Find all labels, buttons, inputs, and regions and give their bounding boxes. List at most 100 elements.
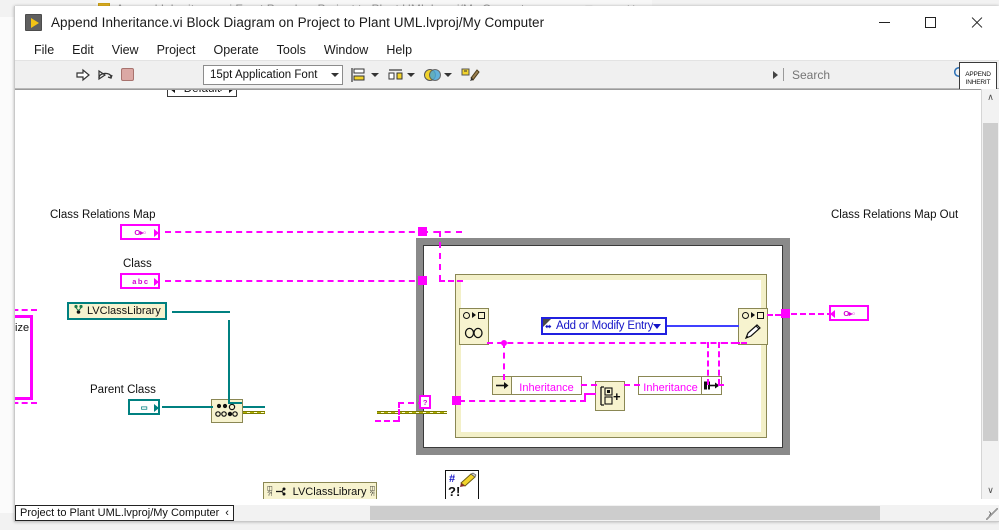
wire-buildarray-in — [584, 393, 596, 395]
run-arrow-icon[interactable] — [72, 64, 94, 86]
status-context-bar[interactable]: Project to Plant UML.lvproj/My Computer … — [15, 505, 234, 521]
vertical-scrollbar-thumb[interactable] — [983, 123, 998, 441]
search-input[interactable] — [790, 66, 949, 83]
reorder-button[interactable] — [423, 67, 452, 83]
scroll-down-button[interactable]: ∨ — [982, 482, 999, 499]
label-class-relations-map: Class Relations Map — [50, 209, 156, 221]
wire-classlib-into-node — [228, 402, 242, 404]
status-collapse-caret-icon[interactable]: ‹ — [225, 507, 229, 519]
menubar[interactable]: File Edit View Project Operate Tools Win… — [15, 39, 999, 61]
pencil-write-icon — [739, 321, 767, 343]
horizontal-scrollbar-thumb[interactable] — [370, 506, 880, 520]
wire-bundle-out — [718, 384, 724, 386]
chevron-down-icon — [371, 72, 379, 77]
case-next-arrow-icon[interactable] — [229, 90, 234, 93]
label-parent-class: Parent Class — [90, 384, 156, 396]
abort-stop-icon[interactable] — [116, 64, 138, 86]
enum-constant-add-or-modify-entry[interactable]: ⬌ Add or Modify Entry — [541, 317, 667, 335]
case-selector[interactable]: Default — [167, 90, 237, 97]
terminal-class-relations-map-out[interactable]: O▸▫ — [829, 305, 869, 321]
menu-item-window[interactable]: Window — [315, 41, 377, 59]
terminal-simplename-tunnel[interactable]: ? — [419, 395, 431, 409]
case-selector-value: Default — [184, 90, 220, 95]
terminal-class-relations-map[interactable]: O▸▫ — [120, 224, 160, 240]
wire-into-read-node — [439, 280, 463, 282]
maximize-button[interactable] — [907, 6, 953, 38]
chevron-down-icon[interactable] — [217, 90, 225, 91]
case-prev-arrow-icon[interactable] — [170, 90, 175, 93]
wire-unbundle-to-build-array — [581, 384, 597, 386]
menu-item-help[interactable]: Help — [377, 41, 421, 59]
window-title: Append Inheritance.vi Block Diagram on P… — [51, 14, 545, 30]
terminal-class[interactable]: a b c — [120, 273, 160, 289]
block-diagram-window[interactable]: Append Inheritance.vi Block Diagram on P… — [14, 6, 999, 522]
property-node-ref-out-icon: ◫?! — [369, 486, 376, 498]
terminal-parent-class[interactable]: ▭ — [128, 399, 160, 415]
menu-item-tools[interactable]: Tools — [268, 41, 315, 59]
align-objects-button[interactable] — [351, 67, 379, 83]
build-array-node[interactable]: + — [595, 381, 625, 411]
window-titlebar[interactable]: Append Inheritance.vi Block Diagram on P… — [15, 6, 999, 39]
unbundle-by-name-node[interactable]: Inheritance — [492, 376, 582, 395]
distribute-objects-button[interactable] — [387, 67, 415, 83]
wire-class-relations-map — [165, 231, 425, 233]
vertical-scrollbar[interactable]: ∧ ∨ — [981, 89, 999, 499]
wire-tms-to-propnode — [243, 406, 265, 408]
search-dropdown-arrow-icon[interactable] — [773, 70, 778, 79]
terminal-class-glyph: a b c — [132, 276, 148, 286]
font-select[interactable]: 15pt Application Font — [203, 64, 343, 85]
vi-icon-line-1: APPEND — [965, 70, 991, 78]
minimize-button[interactable] — [861, 6, 907, 38]
square-icon — [478, 311, 485, 319]
bundle-by-name-node[interactable]: Inheritance — [638, 376, 722, 395]
label-class-relations-map-out: Class Relations Map Out — [831, 209, 959, 221]
clean-up-diagram-button[interactable] — [460, 66, 480, 83]
terminal-output-arrow-icon — [154, 229, 159, 237]
class-library-constant-label: LVClassLibrary — [87, 305, 161, 317]
ipe-in-place-in-node[interactable] — [459, 308, 489, 345]
error-node[interactable]: # ?! — [445, 470, 479, 499]
toolbar[interactable]: 15pt Application Font Search APPEND INHE… — [15, 61, 999, 96]
block-diagram-canvas-wrapper[interactable]: ize Class Relations Map O▸▫ Class a b c — [15, 89, 999, 499]
menu-item-view[interactable]: View — [103, 41, 148, 59]
wire-parent-class-to-tomorespecific — [162, 406, 213, 408]
wire-junction-crm-out-tunnel — [781, 309, 790, 318]
ipe-in-node-header — [460, 309, 488, 321]
terminal-output-arrow-icon — [154, 278, 159, 286]
property-node-class-label: LVClassLibrary — [292, 486, 367, 498]
terminal-output-arrow-icon — [154, 404, 159, 412]
wire-error-out-left — [243, 411, 265, 414]
menu-item-file[interactable]: File — [25, 41, 63, 59]
status-context-text: Project to Plant UML.lvproj/My Computer — [20, 507, 220, 519]
minimize-icon — [878, 21, 890, 23]
scroll-up-button[interactable]: ∧ — [982, 89, 999, 106]
terminal-class-relations-map-out-glyph: O▸▫ — [843, 308, 855, 318]
menu-item-operate[interactable]: Operate — [204, 41, 267, 59]
wire-enum-to-write-node — [667, 325, 739, 327]
menu-item-edit[interactable]: Edit — [63, 41, 103, 59]
close-button[interactable] — [953, 6, 999, 38]
close-icon — [970, 16, 983, 29]
block-diagram-canvas[interactable]: ize Class Relations Map O▸▫ Class a b c — [15, 90, 981, 499]
labview-vi-icon — [25, 13, 42, 31]
chevron-down-icon — [407, 72, 415, 77]
wire-bundle-up-2 — [718, 342, 720, 385]
menu-item-project[interactable]: Project — [148, 41, 205, 59]
wire-into-write-node — [722, 342, 740, 344]
chevron-down-icon — [444, 72, 452, 77]
abort-stop-sign — [120, 68, 134, 81]
chevron-down-icon — [331, 72, 339, 77]
ipe-in-place-out-node[interactable] — [738, 308, 768, 345]
wire-simplename-up — [398, 402, 400, 422]
class-library-constant[interactable]: LVClassLibrary — [67, 302, 167, 320]
wire-error-to-error-node — [377, 411, 447, 414]
run-continuously-icon[interactable] — [94, 64, 116, 86]
search-area[interactable]: ? — [773, 64, 981, 85]
window-resize-grip[interactable] — [986, 508, 998, 520]
class-library-property-node[interactable]: ◫?! LVClassLibrary ◫?! Simple — [263, 482, 377, 499]
property-node-ref-in-icon: ◫?! — [267, 486, 273, 498]
terminal-input-arrow-icon — [830, 310, 835, 318]
chevron-down-icon[interactable] — [653, 323, 662, 329]
terminal-simplename-glyph: ? — [422, 397, 428, 407]
unbundle-element-label: Inheritance — [519, 382, 574, 394]
